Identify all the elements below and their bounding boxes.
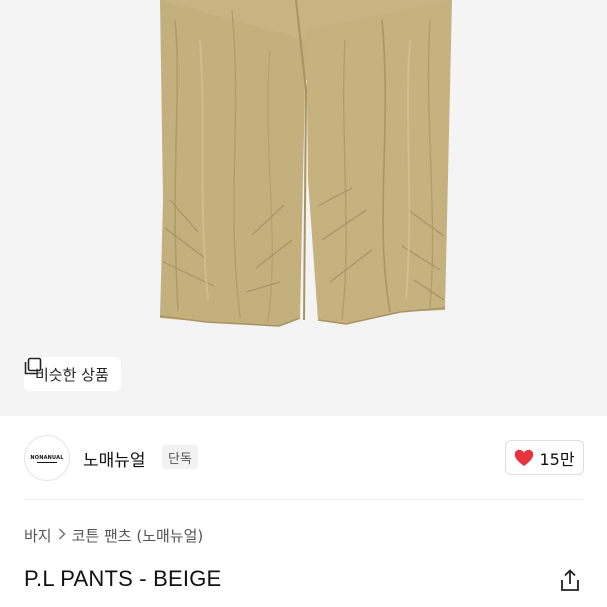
brand-logo-underline: [37, 462, 57, 463]
chevron-right-icon: [58, 527, 66, 544]
exclusive-badge: 단독: [162, 445, 198, 469]
product-title: P.L PANTS - BEIGE: [24, 566, 222, 591]
brand-logo[interactable]: NONANUAL: [24, 435, 70, 481]
brand-row: NONANUAL 노매뉴얼 단독 15만: [0, 416, 607, 500]
brand-name[interactable]: 노매뉴얼: [83, 446, 146, 471]
like-count: 15만: [539, 449, 575, 469]
breadcrumb: 바지 코튼 팬츠 (노매뉴얼): [24, 525, 203, 546]
like-button[interactable]: 15만: [505, 440, 584, 475]
share-icon: [561, 569, 579, 591]
similar-products-label: 비슷한 상품: [35, 365, 109, 384]
brand-logo-text: NONANUAL: [30, 455, 64, 461]
pants-illustration: [0, 0, 607, 416]
heart-icon: [515, 449, 534, 466]
similar-products-button[interactable]: 비슷한 상품: [24, 357, 121, 391]
breadcrumb-item-subcategory[interactable]: 코튼 팬츠 (노매뉴얼): [72, 525, 204, 546]
product-image[interactable]: 비슷한 상품: [0, 0, 607, 416]
section-divider: [24, 499, 583, 500]
similar-products-icon: [24, 357, 42, 375]
share-button[interactable]: [557, 568, 583, 594]
breadcrumb-item-category[interactable]: 바지: [24, 525, 52, 546]
